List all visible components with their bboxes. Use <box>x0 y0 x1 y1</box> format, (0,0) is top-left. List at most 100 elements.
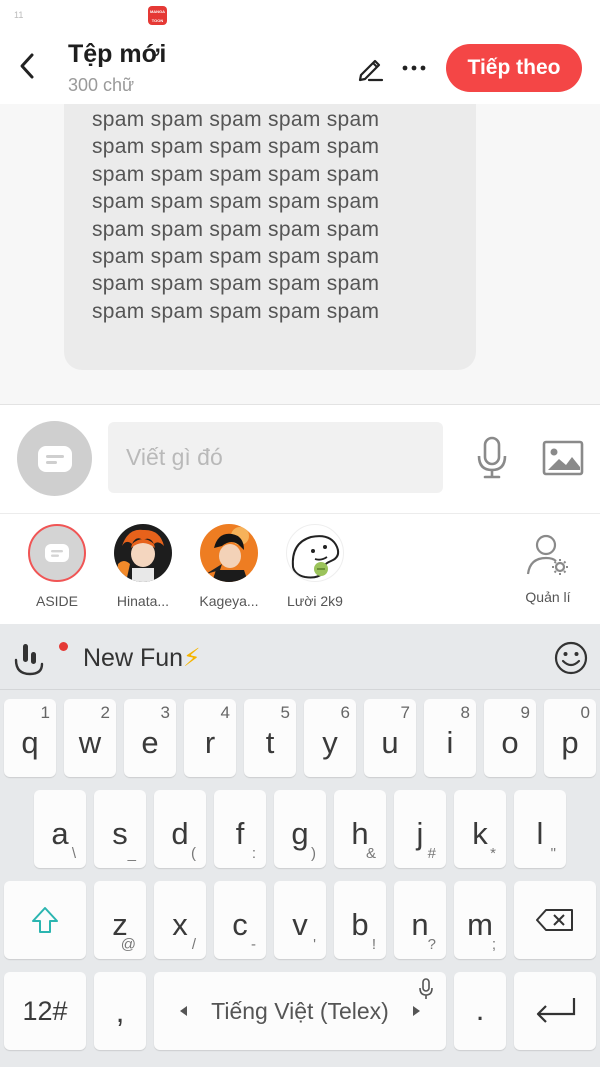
key-v[interactable]: v ' <box>274 881 326 959</box>
comma-key[interactable]: , <box>94 972 146 1050</box>
key-m[interactable]: m; <box>454 881 506 959</box>
space-label: Tiếng Việt (Telex) <box>211 998 389 1024</box>
period-key[interactable]: . <box>454 972 506 1050</box>
edit-button[interactable] <box>352 50 388 86</box>
notification-dot <box>59 642 68 651</box>
character-hinata[interactable]: Hinata... <box>103 524 183 609</box>
chat-bubble-icon <box>45 544 69 562</box>
key-a[interactable]: a \ <box>34 790 86 868</box>
status-text: 11 <box>14 10 24 20</box>
key-z[interactable]: z @ <box>94 881 146 959</box>
chat-area[interactable]: spam spam spam spam spam spam spam spam … <box>0 104 600 404</box>
key-hint: 6 <box>340 703 350 722</box>
key-i[interactable]: i8 <box>424 699 476 777</box>
word-count: 300 chữ <box>68 75 135 95</box>
speaker-select-button[interactable] <box>17 421 92 496</box>
key-label: i <box>446 725 454 760</box>
key-e[interactable]: e3 <box>124 699 176 777</box>
character-name: Hinata... <box>116 593 170 609</box>
key-r[interactable]: r4 <box>184 699 236 777</box>
key-hint: 3 <box>160 703 170 722</box>
key-label: s <box>112 816 128 851</box>
emoji-icon[interactable] <box>553 640 589 676</box>
key-h[interactable]: h & <box>334 790 386 868</box>
avatar <box>286 524 344 582</box>
backspace-icon <box>536 909 573 931</box>
microphone-icon <box>477 436 507 479</box>
character-aside[interactable]: ASIDE <box>17 524 97 609</box>
message-input[interactable] <box>108 422 443 493</box>
key-l[interactable]: l " <box>514 790 566 868</box>
key-hint: 8 <box>460 703 470 722</box>
key-b[interactable]: b! <box>334 881 386 959</box>
chat-bubble-icon <box>37 445 72 472</box>
key-label: . <box>475 992 485 1027</box>
key-symbol: * <box>490 845 496 862</box>
shift-key[interactable] <box>4 881 86 959</box>
key-label: c <box>232 907 248 942</box>
keyboard-banner[interactable]: New Fun⚡ <box>83 643 201 673</box>
key-label: r <box>204 725 216 760</box>
lightning-icon: ⚡ <box>183 644 201 672</box>
key-x[interactable]: x / <box>154 881 206 959</box>
touch-gesture-icon[interactable] <box>12 640 52 676</box>
key-symbol: _ <box>127 845 136 862</box>
key-label: l <box>536 816 544 851</box>
key-symbol: & <box>365 845 376 862</box>
key-label: f <box>235 816 245 851</box>
header: Tệp mới 300 chữ Tiếp theo <box>0 30 600 104</box>
key-symbol: ) <box>311 845 316 862</box>
back-button[interactable] <box>10 48 44 84</box>
page-title: Tệp mới <box>68 40 167 68</box>
keyboard-toolbar: New Fun⚡ <box>0 624 600 690</box>
key-n[interactable]: n? <box>394 881 446 959</box>
compose-bar <box>0 405 600 513</box>
next-button[interactable]: Tiếp theo <box>446 44 582 92</box>
character-kageyama[interactable]: Kageya... <box>189 524 269 609</box>
shift-icon <box>32 907 58 933</box>
more-options-button[interactable] <box>396 50 432 86</box>
voice-button[interactable] <box>472 435 512 481</box>
key-d[interactable]: d( <box>154 790 206 868</box>
key-label: a <box>51 816 69 851</box>
symbols-key[interactable]: 12# <box>4 972 86 1050</box>
space-key[interactable]: Tiếng Việt (Telex) <box>154 972 446 1050</box>
key-hint: 2 <box>100 703 110 722</box>
key-label: , <box>115 994 125 1029</box>
key-hint: 0 <box>580 703 590 722</box>
key-label: y <box>322 725 338 760</box>
key-label: h <box>351 816 369 851</box>
key-symbol: \ <box>71 845 76 862</box>
key-label: k <box>472 816 488 851</box>
key-p[interactable]: p0 <box>544 699 596 777</box>
enter-key[interactable] <box>514 972 596 1050</box>
key-t[interactable]: t5 <box>244 699 296 777</box>
avatar <box>28 524 86 582</box>
key-c[interactable]: c- <box>214 881 266 959</box>
key-hint: 7 <box>400 703 410 722</box>
key-q[interactable]: q1 <box>4 699 56 777</box>
key-g[interactable]: g) <box>274 790 326 868</box>
key-label: j <box>416 816 424 851</box>
key-w[interactable]: w2 <box>64 699 116 777</box>
key-symbol: / <box>191 936 196 953</box>
key-label: p <box>561 725 579 760</box>
key-hint: 9 <box>520 703 530 722</box>
character-luoi[interactable]: Lười 2k9 <box>275 524 355 609</box>
keyboard: New Fun⚡ 12# , Tiếng Việt (Telex) . q1w2… <box>0 624 600 1067</box>
key-y[interactable]: y6 <box>304 699 356 777</box>
key-j[interactable]: j # <box>394 790 446 868</box>
key-s[interactable]: s _ <box>94 790 146 868</box>
pencil-icon <box>358 59 384 82</box>
arrow-right-icon <box>413 1006 420 1016</box>
message-bubble[interactable]: spam spam spam spam spam spam spam spam … <box>64 104 476 370</box>
key-label: q <box>21 725 39 760</box>
key-f[interactable]: f: <box>214 790 266 868</box>
image-button[interactable] <box>540 437 586 479</box>
character-row: ASIDE Hinata... Kageya... Lười 2k9 Quản … <box>0 514 600 624</box>
key-o[interactable]: o9 <box>484 699 536 777</box>
backspace-key[interactable] <box>514 881 596 959</box>
key-k[interactable]: k * <box>454 790 506 868</box>
key-u[interactable]: u7 <box>364 699 416 777</box>
manage-characters-button[interactable]: Quản lí <box>510 534 586 605</box>
